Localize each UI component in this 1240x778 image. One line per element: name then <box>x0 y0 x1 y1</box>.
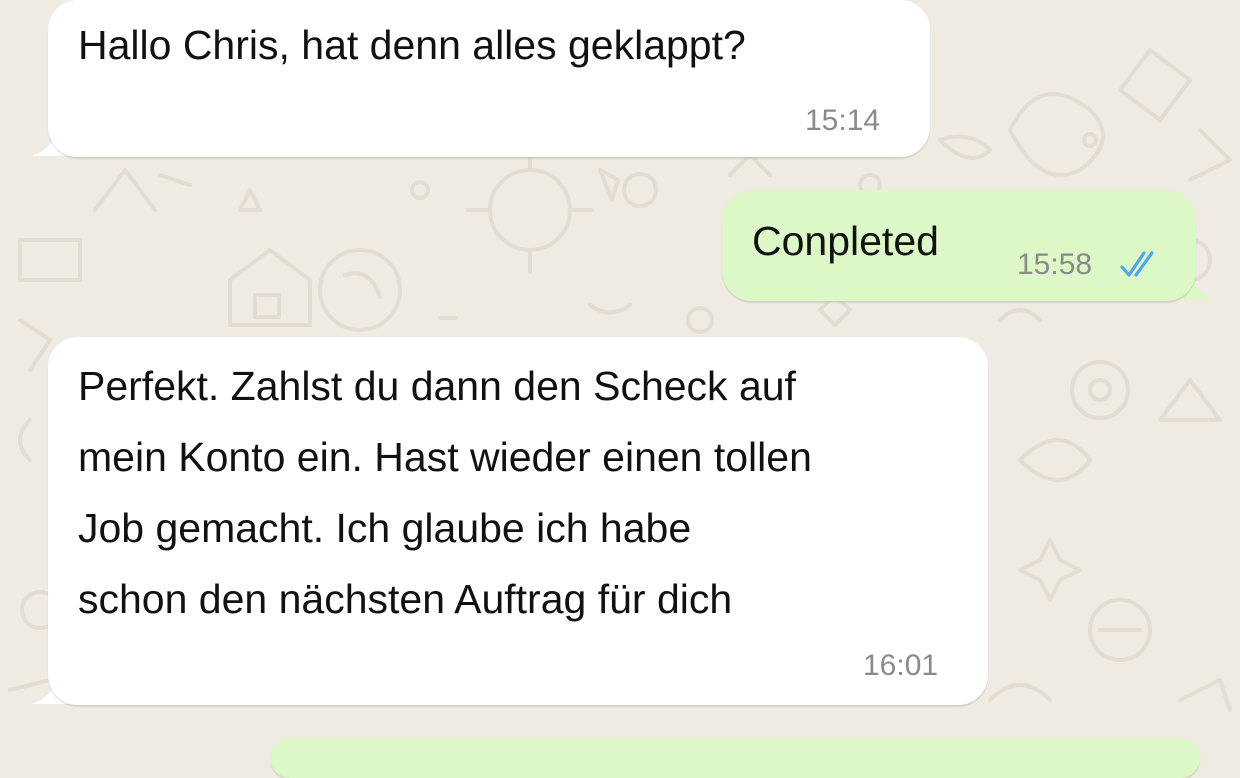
message-text: Perfekt. Zahlst du dann den Scheck auf m… <box>78 363 812 622</box>
message-text: Conpleted <box>752 218 939 264</box>
message-text: Hallo Chris, hat denn alles geklappt? <box>78 22 746 68</box>
double-check-icon <box>1120 251 1154 277</box>
message-timestamp: 16:01 <box>863 649 939 682</box>
message-timestamp: 15:58 <box>1017 248 1093 281</box>
message-timestamp: 15:14 <box>805 104 881 137</box>
message-bubble-partial <box>270 738 1200 778</box>
